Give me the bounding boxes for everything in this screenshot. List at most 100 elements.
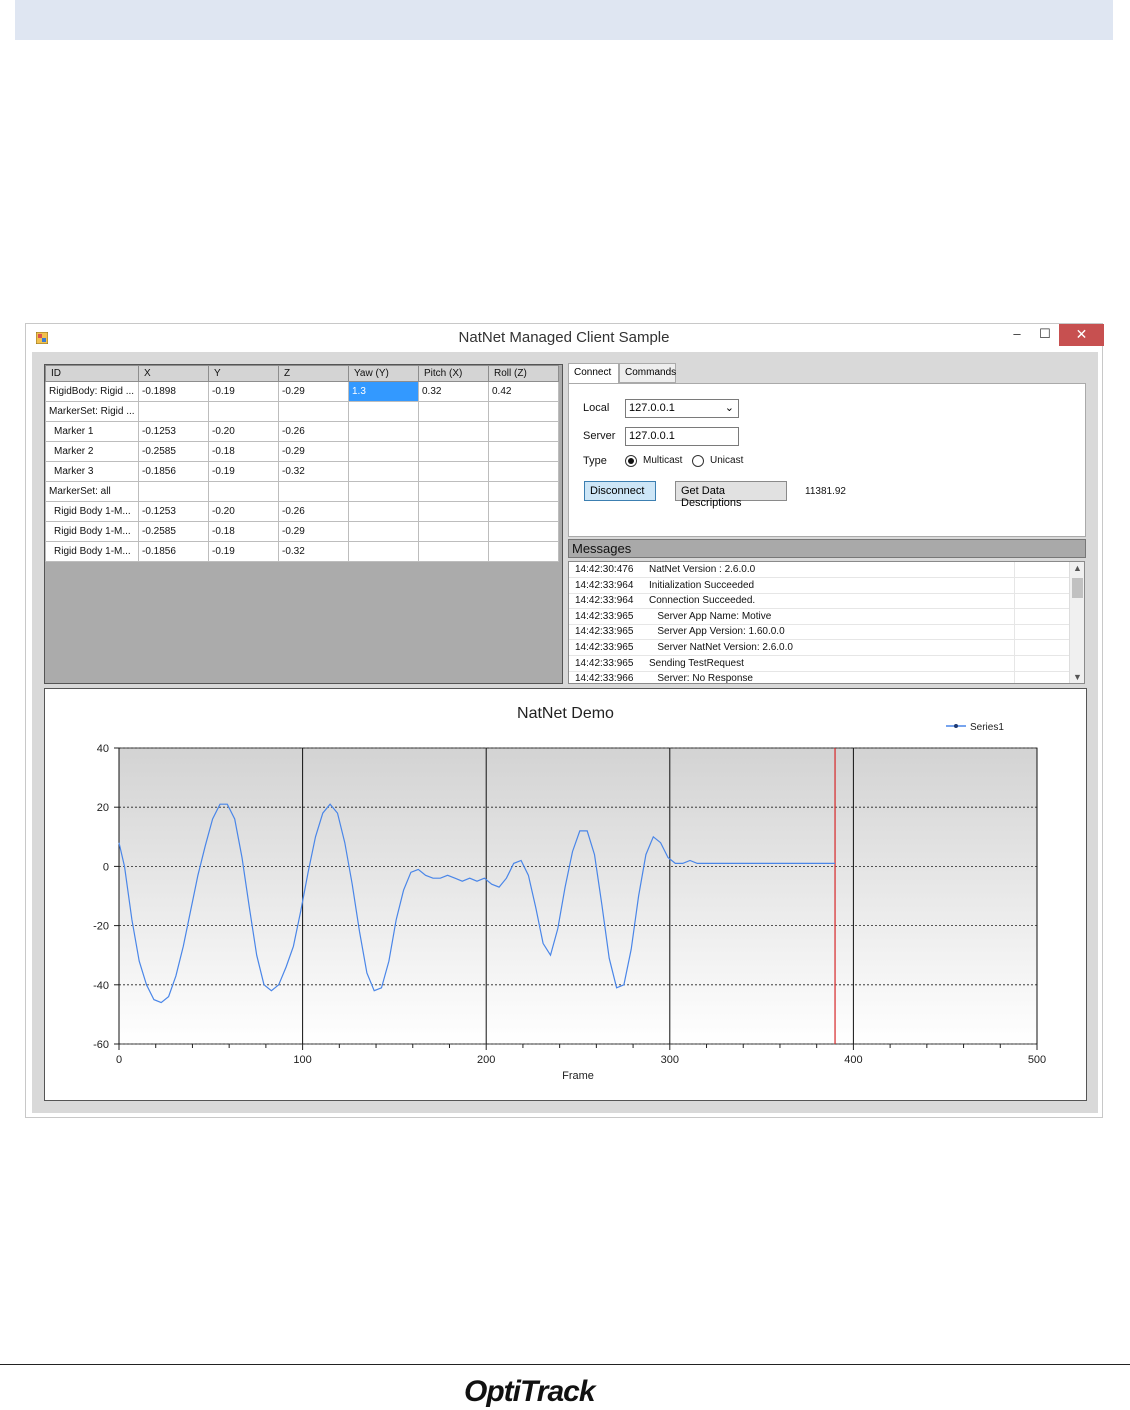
- server-input[interactable]: 127.0.0.1: [625, 427, 739, 446]
- scroll-down-icon[interactable]: ▼: [1070, 672, 1084, 682]
- grid-cell[interactable]: Rigid Body 1-M...: [45, 541, 139, 562]
- disconnect-button[interactable]: Disconnect: [584, 481, 656, 501]
- grid-cell[interactable]: [418, 541, 489, 562]
- grid-cell[interactable]: -0.19: [208, 461, 279, 482]
- maximize-button[interactable]: ☐: [1031, 324, 1059, 346]
- minimize-button[interactable]: –: [1003, 324, 1031, 346]
- scroll-up-icon[interactable]: ▲: [1070, 563, 1084, 573]
- table-row[interactable]: Rigid Body 1-M... -0.1856 -0.19 -0.32: [45, 541, 559, 562]
- grid-cell[interactable]: [208, 481, 279, 502]
- data-grid[interactable]: ID X Y Z Yaw (Y) Pitch (X) Roll (Z) RigidBody:…: [44, 364, 563, 684]
- grid-cell[interactable]: [348, 441, 419, 462]
- messages-list[interactable]: 14:42:30:476 NatNet Version : 2.6.0.0 14:4…: [568, 561, 1085, 684]
- scroll-thumb[interactable]: [1072, 578, 1083, 598]
- unicast-radio[interactable]: [692, 455, 704, 467]
- grid-cell[interactable]: [348, 401, 419, 422]
- column-header[interactable]: X: [138, 365, 209, 382]
- table-row[interactable]: Marker 3 -0.1856 -0.19 -0.32: [45, 461, 559, 482]
- grid-cell[interactable]: [488, 481, 559, 502]
- grid-cell[interactable]: [348, 501, 419, 522]
- grid-cell[interactable]: [488, 461, 559, 482]
- grid-cell[interactable]: Marker 2: [45, 441, 139, 462]
- grid-cell[interactable]: [488, 521, 559, 542]
- table-row[interactable]: Rigid Body 1-M... -0.1253 -0.20 -0.26: [45, 501, 559, 522]
- grid-cell[interactable]: RigidBody: Rigid ...: [45, 381, 139, 402]
- grid-cell[interactable]: 0.42: [488, 381, 559, 402]
- table-row[interactable]: Marker 1 -0.1253 -0.20 -0.26: [45, 421, 559, 442]
- grid-cell[interactable]: [348, 421, 419, 442]
- grid-cell[interactable]: -0.20: [208, 421, 279, 442]
- close-button[interactable]: ✕: [1059, 324, 1104, 346]
- grid-cell[interactable]: [278, 481, 349, 502]
- message-row[interactable]: 14:42:33:965 Server App Name: Motive: [569, 608, 1069, 625]
- grid-cell[interactable]: [418, 481, 489, 502]
- grid-cell[interactable]: -0.19: [208, 541, 279, 562]
- column-header[interactable]: Y: [208, 365, 279, 382]
- grid-cell[interactable]: [488, 541, 559, 562]
- grid-cell[interactable]: MarkerSet: all: [45, 481, 139, 502]
- column-header[interactable]: Roll (Z): [488, 365, 559, 382]
- table-row[interactable]: Marker 2 -0.2585 -0.18 -0.29: [45, 441, 559, 462]
- grid-cell[interactable]: -0.18: [208, 441, 279, 462]
- grid-cell[interactable]: [418, 441, 489, 462]
- grid-cell[interactable]: [348, 481, 419, 502]
- column-header[interactable]: Yaw (Y): [348, 365, 419, 382]
- grid-cell[interactable]: [138, 481, 209, 502]
- table-row[interactable]: RigidBody: Rigid ... -0.1898 -0.19 -0.29 1.3…: [45, 381, 559, 402]
- grid-cell[interactable]: -0.1856: [138, 541, 209, 562]
- grid-cell[interactable]: -0.29: [278, 441, 349, 462]
- grid-cell[interactable]: -0.19: [208, 381, 279, 402]
- tab-connect[interactable]: Connect: [568, 363, 619, 384]
- message-row[interactable]: 14:42:33:966 Server: No Response: [569, 671, 1069, 683]
- table-row[interactable]: MarkerSet: all: [45, 481, 559, 502]
- grid-cell[interactable]: -0.29: [278, 521, 349, 542]
- message-row[interactable]: 14:42:30:476 NatNet Version : 2.6.0.0: [569, 562, 1069, 578]
- grid-cell[interactable]: [488, 441, 559, 462]
- grid-cell[interactable]: -0.2585: [138, 441, 209, 462]
- grid-cell[interactable]: -0.32: [278, 541, 349, 562]
- grid-cell[interactable]: -0.1253: [138, 501, 209, 522]
- grid-cell[interactable]: [348, 541, 419, 562]
- grid-cell[interactable]: [418, 521, 489, 542]
- grid-cell[interactable]: 1.3: [348, 381, 419, 402]
- grid-cell[interactable]: -0.2585: [138, 521, 209, 542]
- grid-cell[interactable]: -0.26: [278, 501, 349, 522]
- grid-cell[interactable]: 0.32: [418, 381, 489, 402]
- grid-cell[interactable]: -0.18: [208, 521, 279, 542]
- grid-cell[interactable]: -0.26: [278, 421, 349, 442]
- grid-cell[interactable]: [138, 401, 209, 422]
- grid-cell[interactable]: [488, 401, 559, 422]
- grid-cell[interactable]: Rigid Body 1-M...: [45, 501, 139, 522]
- grid-cell[interactable]: [418, 501, 489, 522]
- grid-cell[interactable]: [418, 401, 489, 422]
- grid-cell[interactable]: [348, 521, 419, 542]
- grid-cell[interactable]: [348, 461, 419, 482]
- grid-cell[interactable]: MarkerSet: Rigid ...: [45, 401, 139, 422]
- title-bar[interactable]: NatNet Managed Client Sample – ☐ ✕: [26, 324, 1104, 352]
- table-row[interactable]: MarkerSet: Rigid ...: [45, 401, 559, 422]
- grid-cell[interactable]: -0.29: [278, 381, 349, 402]
- grid-cell[interactable]: [418, 461, 489, 482]
- multicast-radio[interactable]: [625, 455, 637, 467]
- message-row[interactable]: 14:42:33:965 Sending TestRequest: [569, 655, 1069, 672]
- tab-commands[interactable]: Commands: [619, 363, 676, 383]
- grid-cell[interactable]: Marker 3: [45, 461, 139, 482]
- grid-cell[interactable]: [208, 401, 279, 422]
- grid-cell[interactable]: -0.1253: [138, 421, 209, 442]
- grid-cell[interactable]: Marker 1: [45, 421, 139, 442]
- grid-cell[interactable]: -0.32: [278, 461, 349, 482]
- table-row[interactable]: Rigid Body 1-M... -0.2585 -0.18 -0.29: [45, 521, 559, 542]
- grid-cell[interactable]: [278, 401, 349, 422]
- message-row[interactable]: 14:42:33:964 Connection Succeeded.: [569, 593, 1069, 610]
- grid-cell[interactable]: -0.1856: [138, 461, 209, 482]
- messages-scrollbar[interactable]: ▲ ▼: [1069, 562, 1084, 683]
- get-data-descriptions-button[interactable]: Get Data Descriptions: [675, 481, 787, 509]
- local-select[interactable]: 127.0.0.1 ⌄: [625, 399, 739, 418]
- grid-cell[interactable]: [488, 421, 559, 442]
- grid-cell[interactable]: -0.20: [208, 501, 279, 522]
- column-header[interactable]: Z: [278, 365, 349, 382]
- grid-cell[interactable]: [418, 421, 489, 442]
- column-header[interactable]: ID: [45, 365, 139, 382]
- grid-cell[interactable]: -0.1898: [138, 381, 209, 402]
- message-row[interactable]: 14:42:33:965 Server NatNet Version: 2.6.…: [569, 640, 1069, 656]
